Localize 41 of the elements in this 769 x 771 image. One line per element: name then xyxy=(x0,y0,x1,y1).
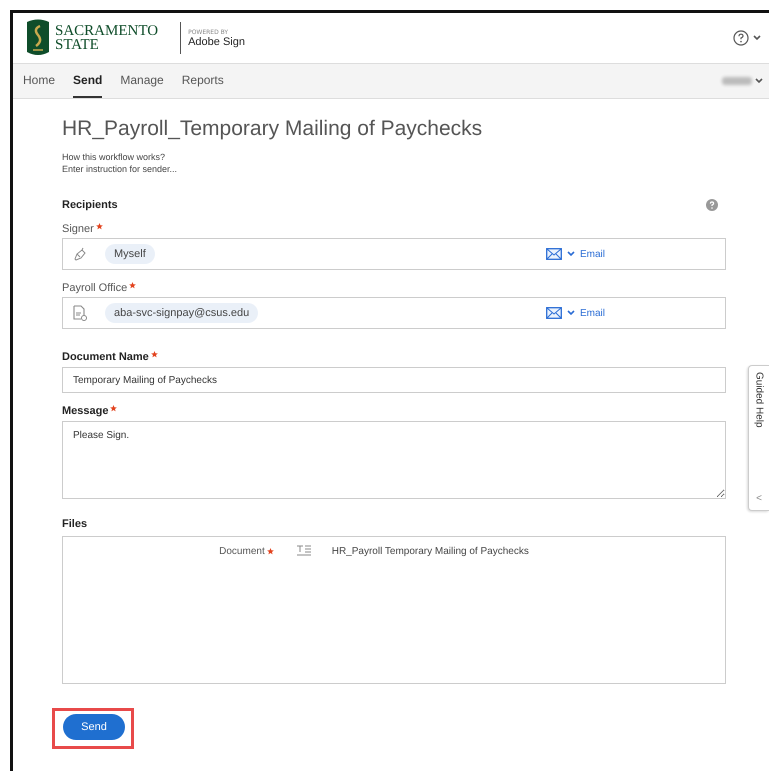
collapse-button[interactable]: < xyxy=(756,493,762,504)
document-name-field[interactable]: Temporary Mailing of Paychecks xyxy=(62,367,726,393)
nav-tab[interactable]: Manage xyxy=(120,64,164,98)
text-lines-icon xyxy=(296,545,312,557)
file-label: Document xyxy=(219,546,265,556)
chevron-down-icon xyxy=(566,310,575,316)
workflow-title: HR_Payroll_Temporary Mailing of Paychecks xyxy=(62,117,484,141)
envelope-icon xyxy=(546,307,562,319)
blurred-user-name[interactable] xyxy=(722,77,752,85)
recipient-field[interactable]: aba-svc-signpay@csus.edu Email xyxy=(62,297,726,329)
chevron-down-icon xyxy=(753,35,761,41)
workflow-help-link[interactable]: How this workflow works? xyxy=(62,151,726,163)
recipient-field[interactable]: Myself Email xyxy=(62,238,726,270)
recipient-chip[interactable]: aba-svc-signpay@csus.edu xyxy=(105,303,258,323)
file-name[interactable]: HR_Payroll Temporary Mailing of Paychecks xyxy=(332,546,529,556)
recipient-chip[interactable]: Myself xyxy=(105,244,155,264)
sender-instruction: Enter instruction for sender... xyxy=(62,163,178,175)
recipient-label: Payroll Office xyxy=(62,282,128,294)
logo-text: STATE xyxy=(55,38,100,52)
nav-tab[interactable]: Reports xyxy=(182,64,224,98)
envelope-icon xyxy=(546,248,562,260)
message-field[interactable]: Please Sign. xyxy=(62,421,726,499)
logo-icon xyxy=(27,19,49,57)
delivery-method-dropdown[interactable]: Email xyxy=(546,248,605,260)
product-name: Adobe Sign xyxy=(188,36,245,48)
help-icon[interactable] xyxy=(733,30,749,46)
document-name-label: Document Name xyxy=(62,351,149,363)
nav-tab[interactable]: Home xyxy=(23,64,56,98)
chevron-down-icon xyxy=(755,78,763,84)
send-button[interactable]: Send xyxy=(63,714,125,740)
pen-icon xyxy=(73,247,87,261)
guided-help-tab[interactable]: Guided Help < xyxy=(748,365,769,511)
recipient-label: Signer xyxy=(62,223,94,235)
files-heading: Files xyxy=(62,518,88,530)
recipients-heading: Recipients xyxy=(62,199,118,211)
document-icon xyxy=(73,305,87,321)
logo-text: SACRAMENTO xyxy=(55,24,158,38)
message-label: Message xyxy=(62,405,108,417)
chevron-down-icon xyxy=(566,251,575,257)
delivery-method-dropdown[interactable]: Email xyxy=(546,307,605,319)
nav-tab[interactable]: Send xyxy=(73,64,102,98)
